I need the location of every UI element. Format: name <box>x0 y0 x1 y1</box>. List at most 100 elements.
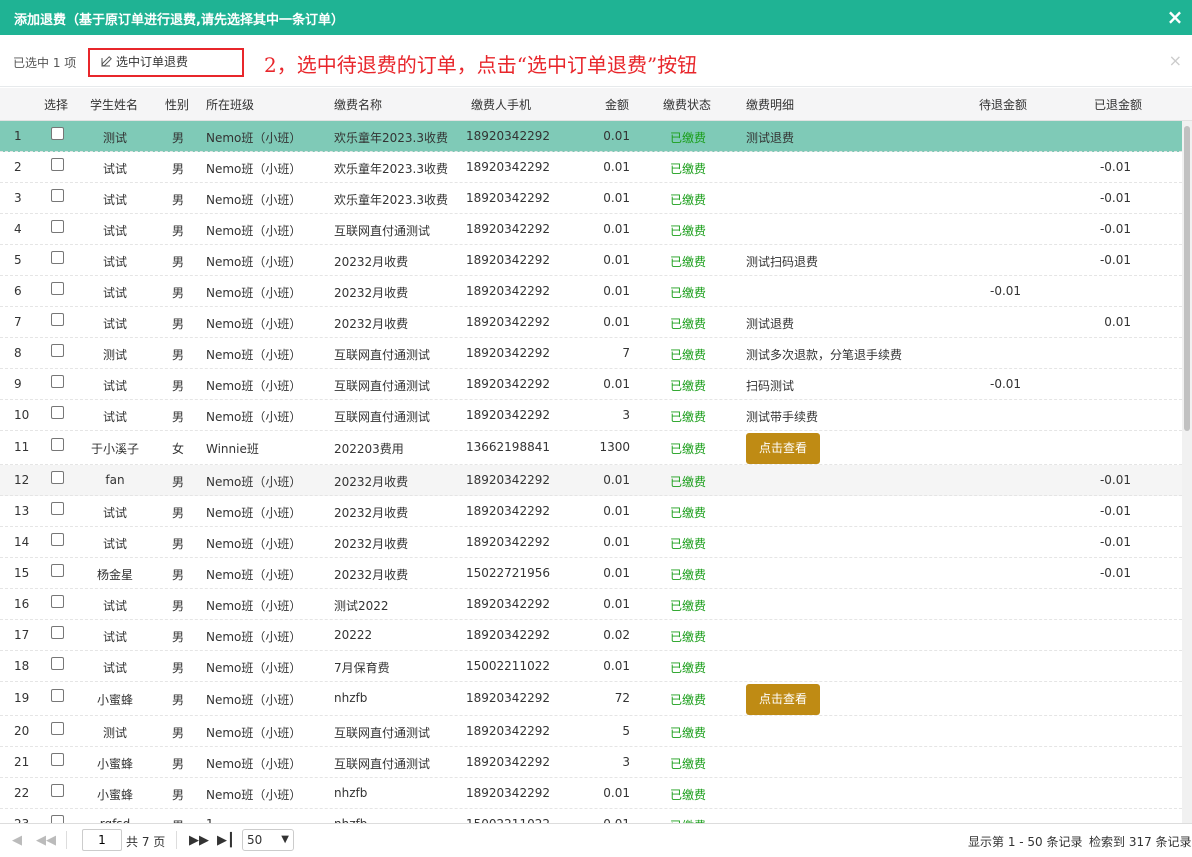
table-row[interactable]: 10 试试 男 Nemo班（小班） 互联网直付通测试 18920342292 3 已缴费 测试带… <box>0 400 1182 431</box>
table-row[interactable]: 8 测试 男 Nemo班（小班） 互联网直付通测试 18920342292 7 已缴费 测试多次… <box>0 338 1182 369</box>
table-row[interactable]: 22 小蜜蜂 男 Nemo班（小班） nhzfb 18920342292 0.01 已缴费 <box>0 778 1182 809</box>
refund-selected-label: 选中订单退费 <box>116 55 189 69</box>
payer-phone: 18920342292 <box>466 597 550 611</box>
row-checkbox[interactable] <box>51 657 64 670</box>
row-checkbox[interactable] <box>51 220 64 233</box>
first-page-icon[interactable]: ◀​ <box>12 833 22 848</box>
gender: 男 <box>172 693 185 707</box>
gender: 男 <box>172 506 185 520</box>
table-row[interactable]: 7 试试 男 Nemo班（小班） 20232月收费 18920342292 0.01 已缴费 测… <box>0 307 1182 338</box>
row-index: 17 <box>14 628 30 642</box>
row-checkbox[interactable] <box>51 564 64 577</box>
vertical-scrollbar[interactable] <box>1182 121 1192 823</box>
table-row[interactable]: 15 杨金星 男 Nemo班（小班） 20232月收费 15022721956 0.01 已缴… <box>0 558 1182 589</box>
amount: 0.01 <box>603 160 630 174</box>
payment-status: 已缴费 <box>670 131 707 145</box>
row-checkbox[interactable] <box>51 502 64 515</box>
row-checkbox[interactable] <box>51 784 64 797</box>
table-row[interactable]: 11 于小溪子 女 Winnie班 202203费用 13662198841 1300 已缴费… <box>0 431 1182 465</box>
header-class[interactable]: 所在班级 <box>206 96 254 113</box>
scrollbar-thumb[interactable] <box>1184 126 1190 431</box>
row-index: 6 <box>14 284 22 298</box>
class-name: Nemo班（小班） <box>206 788 302 802</box>
student-name: 于小溪子 <box>90 442 139 456</box>
page-number-input[interactable] <box>82 829 122 851</box>
row-checkbox[interactable] <box>51 282 64 295</box>
row-checkbox[interactable] <box>51 595 64 608</box>
table-row[interactable]: 23rqfsd男1nhzfb150022110220.01已缴费 <box>0 809 1182 823</box>
row-checkbox[interactable] <box>51 344 64 357</box>
pending-refund: -0.01 <box>990 377 1022 391</box>
prev-page-icon[interactable]: ◀◀ <box>36 833 56 848</box>
payment-status: 已缴费 <box>670 162 707 176</box>
table-row[interactable]: 1 测试 男 Nemo班（小班） 欢乐童年2023.3收费 18920342292 0.01… <box>0 121 1182 152</box>
table-row[interactable]: 21 小蜜蜂 男 Nemo班（小班） 互联网直付通测试 18920342292 3 已缴费 <box>0 747 1182 778</box>
header-select[interactable]: 选择 <box>44 96 68 113</box>
dialog-close-icon[interactable]: × <box>1164 5 1186 29</box>
table-row[interactable]: 16 试试 男 Nemo班（小班） 测试2022 18920342292 0.01 已缴费 <box>0 589 1182 620</box>
row-checkbox[interactable] <box>51 689 64 702</box>
table-row[interactable]: 6 试试 男 Nemo班（小班） 20232月收费 18920342292 0.01 已缴费 -… <box>0 276 1182 307</box>
header-name[interactable]: 学生姓名 <box>90 96 138 113</box>
row-checkbox[interactable] <box>51 375 64 388</box>
fee-name: 互联网直付通测试 <box>334 348 431 362</box>
row-checkbox[interactable] <box>51 313 64 326</box>
table-row[interactable]: 2 试试 男 Nemo班（小班） 欢乐童年2023.3收费 18920342292 0.01… <box>0 152 1182 183</box>
refund-selected-button[interactable]: 选中订单退费 <box>88 48 244 77</box>
table-row[interactable]: 18 试试 男 Nemo班（小班） 7月保育费 15002211022 0.01 已缴费 <box>0 651 1182 682</box>
row-checkbox[interactable] <box>51 722 64 735</box>
view-detail-button[interactable]: 点击查看 <box>746 684 820 715</box>
payment-detail: 扫码测试 <box>746 379 795 393</box>
payer-phone: 18920342292 <box>466 755 550 769</box>
payer-phone: 18920342292 <box>466 284 550 298</box>
header-phone[interactable]: 缴费人手机 <box>471 96 531 113</box>
panel-close-icon[interactable]: × <box>1169 51 1182 70</box>
table-row[interactable]: 4 试试 男 Nemo班（小班） 互联网直付通测试 18920342292 0.01 已缴费 -… <box>0 214 1182 245</box>
row-checkbox[interactable] <box>51 533 64 546</box>
header-refunded[interactable]: 已退金额 <box>1094 96 1142 113</box>
table-row[interactable]: 3 试试 男 Nemo班（小班） 欢乐童年2023.3收费 18920342292 0.01… <box>0 183 1182 214</box>
gender: 女 <box>172 442 185 456</box>
row-checkbox[interactable] <box>51 189 64 202</box>
row-checkbox[interactable] <box>51 127 64 140</box>
page-size-select[interactable]: 50 ▼ <box>242 829 294 851</box>
last-page-icon[interactable]: ▶┃ <box>217 833 235 848</box>
fee-name: 互联网直付通测试 <box>334 224 431 238</box>
amount: 0.01 <box>603 222 630 236</box>
amount: 0.01 <box>603 284 630 298</box>
record-range: 显示第 1 - 50 条记录 <box>968 835 1083 849</box>
header-status[interactable]: 缴费状态 <box>663 96 711 113</box>
table-row[interactable]: 14 试试 男 Nemo班（小班） 20232月收费 18920342292 0.01 已缴费… <box>0 527 1182 558</box>
table-row[interactable]: 12 fan 男 Nemo班（小班） 20232月收费 18920342292 0.01 已缴… <box>0 465 1182 496</box>
header-detail[interactable]: 缴费明细 <box>746 96 794 113</box>
fee-name: 20232月收费 <box>334 506 409 520</box>
class-name: Nemo班（小班） <box>206 726 302 740</box>
table-row[interactable]: 5 试试 男 Nemo班（小班） 20232月收费 18920342292 0.01 已缴费 测… <box>0 245 1182 276</box>
table-row[interactable]: 9 试试 男 Nemo班（小班） 互联网直付通测试 18920342292 0.01 已缴费 扫… <box>0 369 1182 400</box>
table-row[interactable]: 19 小蜜蜂 男 Nemo班（小班） nhzfb 18920342292 72 已缴费 点击查看 <box>0 682 1182 716</box>
gender: 男 <box>172 255 185 269</box>
row-checkbox[interactable] <box>51 471 64 484</box>
row-checkbox[interactable] <box>51 626 64 639</box>
edit-icon <box>101 51 113 76</box>
row-checkbox[interactable] <box>51 753 64 766</box>
row-checkbox[interactable] <box>51 438 64 451</box>
table-header: 选择 学生姓名 性别 所在班级 缴费名称 缴费人手机 金额 缴费状态 缴费明细 … <box>0 88 1192 121</box>
header-pending[interactable]: 待退金额 <box>979 96 1027 113</box>
header-gender[interactable]: 性别 <box>165 96 189 113</box>
table-row[interactable]: 17 试试 男 Nemo班（小班） 20222 18920342292 0.02 已缴费 <box>0 620 1182 651</box>
fee-name: 互联网直付通测试 <box>334 410 431 424</box>
row-index: 12 <box>14 473 30 487</box>
header-fee-name[interactable]: 缴费名称 <box>334 96 382 113</box>
table-row[interactable]: 20 测试 男 Nemo班（小班） 互联网直付通测试 18920342292 5 已缴费 <box>0 716 1182 747</box>
row-checkbox[interactable] <box>51 406 64 419</box>
view-detail-button[interactable]: 点击查看 <box>746 433 820 464</box>
row-checkbox[interactable] <box>51 251 64 264</box>
payer-phone: 18920342292 <box>466 253 550 267</box>
row-checkbox[interactable] <box>51 158 64 171</box>
table-row[interactable]: 13 试试 男 Nemo班（小班） 20232月收费 18920342292 0.01 已缴费… <box>0 496 1182 527</box>
row-checkbox[interactable] <box>51 815 64 823</box>
next-page-icon[interactable]: ▶▶ <box>189 833 209 848</box>
header-amount[interactable]: 金额 <box>605 96 629 113</box>
payment-status: 已缴费 <box>670 379 707 393</box>
